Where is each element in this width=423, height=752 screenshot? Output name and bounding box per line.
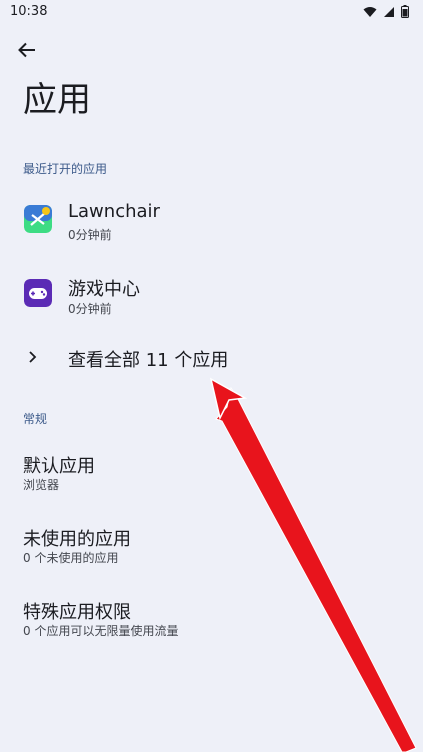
signal-icon — [384, 6, 394, 17]
special-app-access-title: 特殊应用权限 — [23, 602, 131, 623]
unused-apps-sub: 0 个未使用的应用 — [23, 551, 119, 565]
app-item-lawnchair[interactable]: Lawnchair 0分钟前 — [0, 195, 423, 247]
back-button[interactable] — [14, 38, 40, 62]
status-bar: 10:38 — [0, 0, 423, 26]
default-apps-item[interactable]: 默认应用 浏览器 — [0, 446, 423, 498]
app-last-opened: 0分钟前 — [68, 228, 112, 242]
app-name: 游戏中心 — [68, 279, 140, 300]
wifi-icon — [363, 6, 377, 17]
app-item-game-center[interactable]: 游戏中心 0分钟前 — [0, 269, 423, 321]
arrow-back-icon — [18, 42, 35, 58]
default-apps-sub: 浏览器 — [23, 478, 60, 492]
recent-apps-header: 最近打开的应用 — [23, 162, 108, 176]
unused-apps-title: 未使用的应用 — [23, 529, 131, 550]
status-icons — [363, 5, 409, 18]
default-apps-title: 默认应用 — [23, 456, 95, 477]
page-title: 应用 — [23, 80, 91, 120]
see-all-apps-label: 查看全部 11 个应用 — [68, 350, 229, 371]
battery-icon — [401, 5, 409, 18]
see-all-apps[interactable]: 查看全部 11 个应用 — [0, 340, 423, 376]
general-header: 常规 — [23, 412, 48, 426]
status-time: 10:38 — [10, 4, 48, 19]
app-name: Lawnchair — [68, 201, 160, 222]
chevron-right-icon — [29, 351, 37, 363]
special-app-access-item[interactable]: 特殊应用权限 0 个应用可以无限量使用流量 — [0, 592, 423, 644]
app-last-opened: 0分钟前 — [68, 302, 112, 316]
unused-apps-item[interactable]: 未使用的应用 0 个未使用的应用 — [0, 519, 423, 571]
lawnchair-icon — [24, 205, 52, 233]
game-center-icon — [24, 279, 52, 307]
special-app-access-sub: 0 个应用可以无限量使用流量 — [23, 624, 179, 638]
